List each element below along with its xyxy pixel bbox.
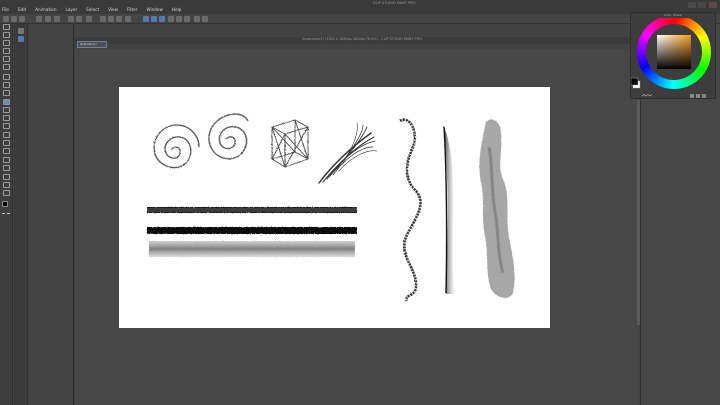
menu-layer[interactable]: Layer xyxy=(65,7,77,12)
blend-icon[interactable] xyxy=(3,123,10,129)
assets-icon[interactable] xyxy=(45,16,51,22)
new-file-icon[interactable] xyxy=(3,16,9,22)
snap-ruler-icon[interactable] xyxy=(143,16,149,22)
main-color-swatch[interactable] xyxy=(2,201,8,207)
menu-help[interactable]: Help xyxy=(172,7,182,12)
drawing-canvas[interactable] xyxy=(119,87,550,328)
color-wheel-footer xyxy=(640,93,712,99)
perspective-icon[interactable] xyxy=(168,16,174,22)
refresh-icon[interactable] xyxy=(86,16,92,22)
clip-studio-window: CLIP STUDIO PAINT PRO File Edit Animatio… xyxy=(0,0,720,405)
canvas-strokes xyxy=(147,113,515,302)
airbrush-icon[interactable] xyxy=(3,99,10,105)
balloon-icon[interactable] xyxy=(3,182,10,188)
zoom-icon[interactable] xyxy=(3,32,10,38)
spiral-stroke-2 xyxy=(208,113,249,160)
spiral-stroke-1 xyxy=(153,124,200,169)
maximize-button[interactable] xyxy=(698,2,706,8)
close-button[interactable] xyxy=(709,2,717,8)
frame-icon[interactable] xyxy=(3,157,10,163)
clear-icon[interactable] xyxy=(108,16,114,22)
menu-animation[interactable]: Animation xyxy=(35,7,56,12)
menu-items: File Edit Animation Layer Select View Fi… xyxy=(2,7,181,12)
command-bar xyxy=(0,14,720,24)
minimize-button[interactable] xyxy=(688,2,696,8)
menu-select[interactable]: Select xyxy=(86,7,99,12)
menu-file[interactable]: File xyxy=(2,7,9,12)
wavy-stroke xyxy=(399,118,422,302)
transform-icon[interactable] xyxy=(116,16,122,22)
app-title: CLIP STUDIO PAINT PRO xyxy=(373,1,416,5)
undo-icon[interactable] xyxy=(68,16,74,22)
eyedropper-icon[interactable] xyxy=(3,64,10,70)
move-icon[interactable] xyxy=(3,40,10,46)
watercolor-stroke xyxy=(479,119,515,298)
snap-special-ruler-icon[interactable] xyxy=(151,16,157,22)
select-icon[interactable] xyxy=(3,24,10,30)
color-wheel[interactable] xyxy=(631,18,717,98)
subtool-icon[interactable] xyxy=(18,28,24,34)
textured-bar-1 xyxy=(147,207,357,213)
ruler-icon[interactable] xyxy=(176,16,182,22)
snap-grid-icon[interactable] xyxy=(159,16,165,22)
figure-icon[interactable] xyxy=(3,148,10,154)
selection-icon[interactable] xyxy=(3,48,10,54)
menu-filter[interactable]: Filter xyxy=(127,7,137,12)
brush-icon[interactable] xyxy=(3,90,10,96)
tool-palette xyxy=(0,24,13,405)
wireframe-cube xyxy=(270,119,310,168)
solid-bar xyxy=(147,227,357,234)
save-icon[interactable] xyxy=(19,16,25,22)
fullscreen-icon[interactable] xyxy=(202,16,208,22)
correct-line-icon[interactable] xyxy=(3,190,10,196)
document-title: Illustration1* (1920 x 1080px 350dpi 76.… xyxy=(302,37,422,41)
auto-select-icon[interactable] xyxy=(3,56,10,62)
color-panel-icons xyxy=(641,94,706,98)
redo-icon[interactable] xyxy=(76,16,82,22)
guide-icon[interactable] xyxy=(184,16,190,22)
menu-view[interactable]: View xyxy=(108,7,118,12)
fill-icon[interactable] xyxy=(3,132,10,138)
document-tab[interactable]: Illustration1* xyxy=(77,41,107,48)
decoration-icon[interactable] xyxy=(3,107,10,113)
main-color-swatch[interactable] xyxy=(631,77,639,86)
split-view-icon[interactable] xyxy=(194,16,200,22)
open-icon[interactable] xyxy=(11,16,17,22)
transparent-color-icon[interactable] xyxy=(2,213,10,215)
soft-gradient-bar xyxy=(149,241,355,257)
menu-window[interactable]: Window xyxy=(146,7,163,12)
ruler-icon[interactable] xyxy=(3,165,10,171)
hatching-burst xyxy=(318,122,378,184)
pen-icon[interactable] xyxy=(3,74,10,80)
deselect-icon[interactable] xyxy=(125,16,131,22)
eraser-icon[interactable] xyxy=(3,115,10,121)
text-icon[interactable] xyxy=(3,174,10,180)
fill-icon[interactable] xyxy=(100,16,106,22)
layer-icon[interactable] xyxy=(54,16,60,22)
color-wheel-panel: Color Wheel xyxy=(630,12,716,99)
tool-property-panel xyxy=(29,24,74,405)
menu-edit[interactable]: Edit xyxy=(18,7,26,12)
menu-bar: CLIP STUDIO PAINT PRO File Edit Animatio… xyxy=(0,0,720,14)
clip-studio-icon[interactable] xyxy=(36,16,42,22)
sub-tool-palette xyxy=(14,24,28,405)
subtool-icon[interactable] xyxy=(18,36,24,42)
pencil-icon[interactable] xyxy=(3,82,10,88)
gradient-blade-stroke xyxy=(443,125,455,294)
gradient-icon[interactable] xyxy=(3,140,10,146)
